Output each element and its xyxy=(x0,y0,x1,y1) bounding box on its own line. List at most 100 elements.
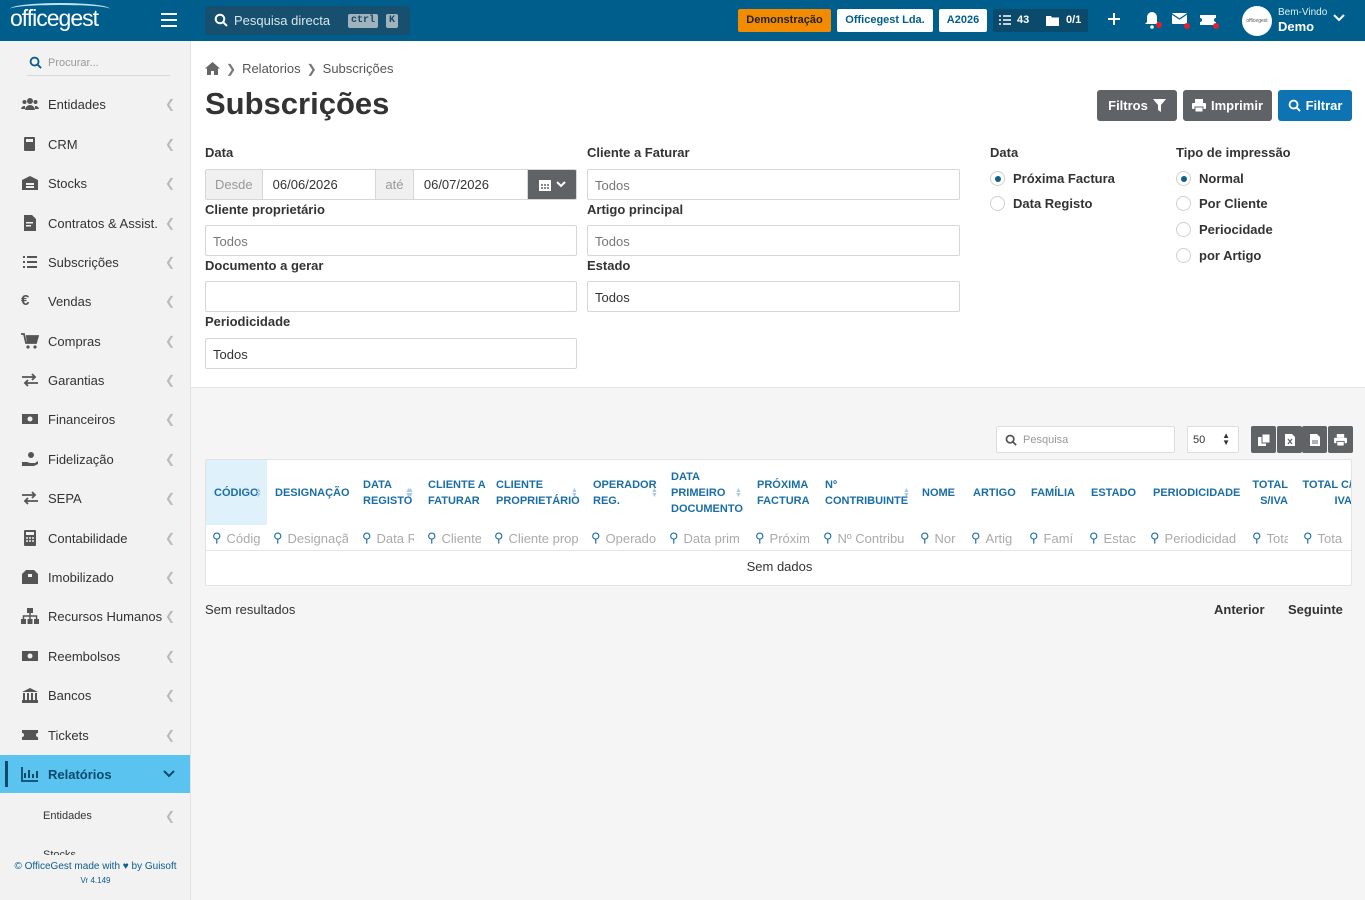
col-filter-estado[interactable]: ⚲ Estac xyxy=(1089,526,1137,550)
sidebar-item-stocks[interactable]: Stocks ❮ xyxy=(0,164,190,202)
sidebar-item-subscricoes[interactable]: Subscrições ❮ xyxy=(0,243,190,281)
col-header-codigo[interactable]: CÓDIGO ▲ ▼ xyxy=(206,460,267,525)
artigo-principal-input[interactable]: Todos xyxy=(587,225,960,256)
copy-button[interactable] xyxy=(1251,426,1276,453)
sidebar-item-compras[interactable]: Compras ❮ xyxy=(0,322,190,360)
col-filter-placeholder: Códig xyxy=(226,530,261,546)
col-filter-total-siva[interactable]: ⚲ Tota xyxy=(1252,526,1288,550)
company-badge[interactable]: Officegest Lda. xyxy=(837,9,933,32)
table-search-input[interactable]: Pesquisa xyxy=(996,426,1175,453)
app-logo[interactable]: officegest xyxy=(10,3,110,32)
sidebar-item-contabilidade[interactable]: Contabilidade ❮ xyxy=(0,519,190,557)
sidebar-item-bancos[interactable]: Bancos ❮ xyxy=(0,676,190,714)
global-search[interactable]: Pesquisa directa ctrl K xyxy=(205,6,410,35)
sidebar-subitem-stocks[interactable]: Stocks xyxy=(43,849,76,855)
sidebar-item-vendas[interactable]: € Vendas ❮ xyxy=(0,282,190,320)
filtrar-button[interactable]: Filtrar xyxy=(1278,90,1352,121)
estado-select[interactable]: Todos xyxy=(587,281,960,312)
col-filter-periodicidade[interactable]: ⚲ Periodicidad xyxy=(1150,526,1238,550)
demo-badge[interactable]: Demonstração xyxy=(738,9,831,32)
sidebar-item-tickets[interactable]: Tickets ❮ xyxy=(0,716,190,754)
col-filter-data-registo[interactable]: ⚲ Data R xyxy=(362,526,414,550)
col-header-artigo[interactable]: ARTIGO xyxy=(965,460,1023,525)
ate-input[interactable]: 06/07/2026 xyxy=(414,170,529,199)
sidebar-item-label: Tickets xyxy=(48,728,89,743)
radio-por-artigo[interactable]: por Artigo xyxy=(1176,248,1261,263)
col-header-data-primeiro-documento[interactable]: DATA PRIMEIRO DOCUMENTO ▲ ▼ xyxy=(663,460,749,525)
col-header-familia[interactable]: FAMÍLIA xyxy=(1023,460,1083,525)
col-header-contribuinte[interactable]: Nº CONTRIBUINTE ▲ ▼ xyxy=(817,460,914,525)
counters[interactable]: 43 0/1 xyxy=(993,9,1088,32)
radio-proxima-factura[interactable]: Próxima Factura xyxy=(990,171,1115,186)
col-filter-codigo[interactable]: ⚲ Códig xyxy=(212,526,262,550)
col-filter-designacao[interactable]: ⚲ Designaçã xyxy=(273,526,348,550)
col-header-cliente-faturar[interactable]: CLIENTE A FATURAR xyxy=(421,460,488,525)
col-header-total-siva[interactable]: TOTAL S/IVA xyxy=(1244,460,1291,525)
imprimir-button[interactable]: Imprimir xyxy=(1183,90,1272,121)
breadcrumb-level1[interactable]: Relatorios xyxy=(242,61,301,76)
col-filter-operador[interactable]: ⚲ Operado xyxy=(591,526,657,550)
excel-button[interactable] xyxy=(1277,426,1302,453)
col-header-total-civa[interactable]: TOTAL C/ IVA xyxy=(1291,460,1352,525)
cliente-faturar-input[interactable]: Todos xyxy=(587,169,960,200)
col-filter-cliente-faturar[interactable]: ⚲ Cliente xyxy=(427,526,481,550)
col-header-cliente-proprietario[interactable]: CLIENTE PROPRIETÁRIO ▲ ▼ xyxy=(488,460,585,525)
documento-gerar-select[interactable] xyxy=(205,281,577,312)
sidebar-item-contratos[interactable]: Contratos & Assist. ❮ xyxy=(0,204,190,242)
radio-por-cliente[interactable]: Por Cliente xyxy=(1176,196,1268,211)
sidebar-item-label: Garantias xyxy=(48,373,105,388)
data-radio-label: Data xyxy=(990,145,1019,160)
col-header-periodicidade[interactable]: PERIODICIDADE xyxy=(1144,460,1244,525)
pdf-button[interactable] xyxy=(1302,426,1327,453)
sidebar-subitem-entidades[interactable]: Entidades xyxy=(43,810,92,822)
sidebar-item-crm[interactable]: CRM ❮ xyxy=(0,125,190,163)
col-filter-proxima-factura[interactable]: ⚲ Próxim xyxy=(755,526,811,550)
sidebar-item-recursos-humanos[interactable]: Recursos Humanos ❮ xyxy=(0,597,190,635)
radio-normal[interactable]: Normal xyxy=(1176,171,1244,186)
plus-icon[interactable] xyxy=(1107,12,1121,26)
year-badge[interactable]: A2026 xyxy=(939,9,987,32)
avatar[interactable]: officegest xyxy=(1242,6,1272,36)
sidebar-item-relatorios[interactable]: Relatórios xyxy=(0,755,190,793)
col-filter-artigo[interactable]: ⚲ Artig xyxy=(971,526,1017,550)
user-name[interactable]: Demo xyxy=(1278,19,1314,34)
col-filter-data-primeiro[interactable]: ⚲ Data prim xyxy=(669,526,743,550)
mail-icon[interactable] xyxy=(1172,12,1192,30)
col-header-operador[interactable]: OPERADOR REG. ▲ ▼ xyxy=(585,460,663,525)
sidebar-item-imobilizado[interactable]: Imobilizado ❮ xyxy=(0,558,190,596)
ticket-icon[interactable] xyxy=(1200,12,1222,30)
home-icon[interactable] xyxy=(205,62,220,75)
col-filter-cliente-proprietario[interactable]: ⚲ Cliente propr xyxy=(494,526,578,550)
filtros-button[interactable]: Filtros xyxy=(1097,90,1177,121)
col-header-proxima-factura[interactable]: PRÓXIMA FACTURA xyxy=(749,460,817,525)
col-header-nome[interactable]: NOME xyxy=(914,460,965,525)
sidebar-item-entidades[interactable]: Entidades ❮ xyxy=(0,85,190,123)
col-header-data-registo[interactable]: DATA REGISTO ▲ ▼ xyxy=(356,460,414,525)
sidebar-item-financeiros[interactable]: Financeiros ❮ xyxy=(0,400,190,438)
calendar-dropdown-button[interactable] xyxy=(528,170,576,199)
menu-toggle-icon[interactable] xyxy=(161,13,177,27)
desde-input[interactable]: 06/06/2026 xyxy=(263,170,377,199)
pagination-previous[interactable]: Anterior xyxy=(1214,602,1265,617)
col-filter-contribuinte[interactable]: ⚲ Nº Contribu xyxy=(823,526,907,550)
radio-periocidade[interactable]: Periocidade xyxy=(1176,222,1273,237)
cliente-proprietario-input[interactable]: Todos xyxy=(205,225,577,256)
sidebar-item-fidelizacao[interactable]: Fidelização ❮ xyxy=(0,440,190,478)
sidebar-search[interactable]: Procurar... xyxy=(27,51,170,76)
sidebar-item-reembolsos[interactable]: Reembolsos ❮ xyxy=(0,637,190,675)
chevron-down-icon[interactable] xyxy=(1333,14,1345,22)
print-button[interactable] xyxy=(1328,426,1353,453)
col-filter-nome[interactable]: ⚲ Nor xyxy=(920,526,958,550)
sidebar-item-sepa[interactable]: SEPA ❮ xyxy=(0,479,190,517)
page-size-select[interactable]: 50 ▲ ▼ xyxy=(1187,426,1239,453)
footer-by[interactable]: by Guisoft xyxy=(132,861,177,872)
sidebar-item-garantias[interactable]: Garantias ❮ xyxy=(0,361,190,399)
pagination-next[interactable]: Seguinte xyxy=(1288,602,1343,617)
col-header-designacao[interactable]: DESIGNAÇÃO ▲ ▼ xyxy=(267,460,412,525)
radio-data-registo[interactable]: Data Registo xyxy=(990,196,1092,211)
col-header-estado[interactable]: ESTADO xyxy=(1083,460,1144,525)
bell-icon[interactable] xyxy=(1144,11,1164,29)
periodicidade-select[interactable]: Todos xyxy=(205,338,577,369)
col-filter-total-civa[interactable]: ⚲ Tota xyxy=(1303,526,1347,550)
col-filter-familia[interactable]: ⚲ Famí xyxy=(1029,526,1077,550)
